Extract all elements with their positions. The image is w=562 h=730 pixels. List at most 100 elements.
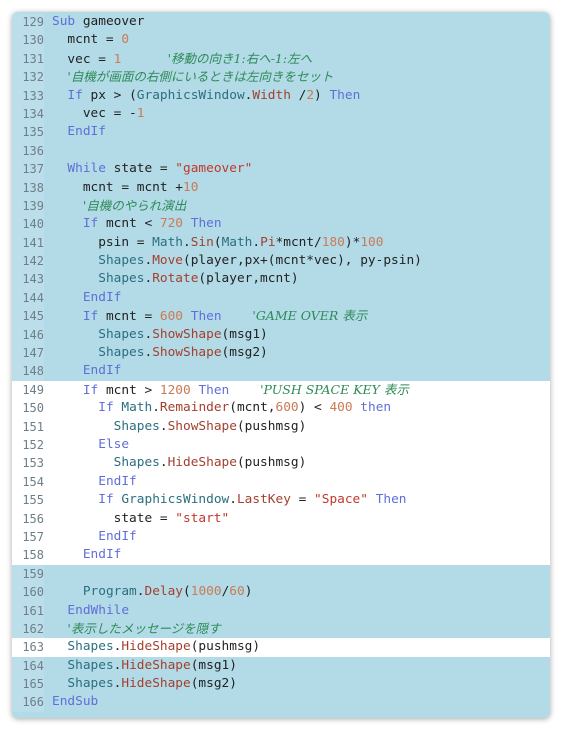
keyword-token: Then	[190, 216, 222, 232]
line-number: 158	[12, 546, 44, 565]
code-line-highlighted[interactable]: 151 Shapes.ShowShape(pushmsg)	[12, 417, 550, 436]
class-token: Program	[82, 584, 137, 600]
number-token: 100	[360, 234, 384, 250]
code-line-highlighted[interactable]: 153 Shapes.HideShape(pushmsg)	[12, 454, 550, 473]
line-number: 159	[12, 564, 44, 584]
line-number: 160	[12, 583, 44, 602]
code-line[interactable]: 159	[12, 564, 550, 584]
code-line[interactable]: 146 Shapes.ShowShape(msg1)	[12, 325, 550, 345]
code-line[interactable]: 160 Program.Delay(1000/60)	[12, 583, 550, 602]
code-content: psin = Math.Sin(Math.Pi*mcnt/180)*100	[52, 234, 383, 252]
code-line-highlighted[interactable]: 154 EndIf	[12, 472, 550, 492]
code-line[interactable]: 132 '自機が画面の右側にいるときは左向きをセット	[12, 68, 550, 87]
code-line-highlighted[interactable]: 149 If mcnt > 1200 Then 'PUSH SPACE KEY …	[12, 380, 550, 400]
number-token: 10	[182, 179, 199, 195]
code-line[interactable]: 131 vec = 1 '移動の向き1:右へ-1:左へ	[12, 49, 550, 69]
number-token: 720	[159, 216, 184, 232]
code-line[interactable]: 147 Shapes.ShowShape(msg2)	[12, 344, 550, 363]
class-token: Shapes	[67, 657, 114, 673]
code-text: (mcnt,	[229, 400, 276, 416]
code-editor[interactable]: 129 Sub gameover 130 mcnt = 0 131 vec = 1 '…	[12, 12, 550, 718]
member-token: HideShape	[121, 676, 191, 692]
member-token: Width	[252, 87, 291, 103]
code-line[interactable]: 133 If px > (GraphicsWindow.Width /2) Th…	[12, 86, 550, 105]
code-text: (msg1)	[190, 657, 237, 673]
code-line[interactable]: 129 Sub gameover	[12, 13, 550, 32]
keyword-token: If	[82, 382, 99, 398]
class-token: Math	[221, 234, 253, 250]
member-token: Remainder	[159, 400, 230, 416]
keyword-token: Then	[329, 87, 361, 103]
code-line[interactable]: 166 EndSub	[12, 693, 550, 712]
line-number: 145	[12, 307, 44, 326]
code-line-highlighted[interactable]: 155 If GraphicsWindow.LastKey = "Space" …	[12, 491, 550, 510]
code-line[interactable]: 134 vec = -1	[12, 104, 550, 124]
member-token: Rotate	[152, 271, 199, 287]
number-token: 2	[306, 87, 315, 103]
code-line[interactable]: 148 EndIf	[12, 362, 550, 381]
keyword-token: EndIf	[82, 363, 122, 379]
code-line[interactable]: 145 If mcnt = 600 Then 'GAME OVER 表示	[12, 307, 550, 326]
code-line[interactable]: 136	[12, 141, 550, 161]
keyword-token: EndIf	[98, 528, 137, 544]
code-line[interactable]: 162 '表示したメッセージを隠す	[12, 619, 550, 639]
code-content: Shapes.HideShape(msg2)	[52, 675, 237, 693]
line-number: 166	[12, 693, 44, 712]
line-number: 134	[12, 104, 44, 124]
line-number: 149	[12, 380, 44, 400]
code-text: )	[314, 87, 330, 103]
code-line-highlighted[interactable]: 157 EndIf	[12, 527, 550, 547]
line-number: 154	[12, 472, 44, 492]
line-number: 162	[12, 619, 44, 639]
code-line[interactable]: 142 Shapes.Move(player,px+(mcnt*vec), py…	[12, 252, 550, 271]
code-line-highlighted[interactable]: 163 Shapes.HideShape(pushmsg)	[12, 638, 550, 657]
code-content: vec = 1 '移動の向き1:右へ-1:左へ	[52, 50, 312, 69]
code-text: mcnt <	[98, 216, 160, 232]
code-line-highlighted[interactable]: 156 state = "start"	[12, 509, 550, 528]
code-text: .	[159, 455, 168, 471]
code-line-highlighted[interactable]: 158 EndIf	[12, 546, 550, 565]
code-content: Shapes.ShowShape(pushmsg)	[52, 418, 307, 436]
code-line[interactable]: 138 mcnt = mcnt +10	[12, 178, 550, 197]
code-content: If mcnt > 1200 Then 'PUSH SPACE KEY 表示	[52, 381, 409, 400]
code-content: EndIf	[52, 123, 106, 141]
code-line[interactable]: 143 Shapes.Rotate(player,mcnt)	[12, 270, 550, 289]
code-content: '自機が画面の右側にいるときは左向きをセット	[52, 68, 333, 87]
line-number: 163	[12, 638, 44, 657]
line-number: 141	[12, 233, 44, 253]
keyword-token: then	[360, 400, 392, 416]
line-number: 161	[12, 601, 44, 620]
code-line[interactable]: 161 EndWhile	[12, 601, 550, 620]
code-text: .	[252, 234, 261, 250]
code-line-highlighted[interactable]: 152 Else	[12, 435, 550, 455]
code-line[interactable]: 165 Shapes.HideShape(msg2)	[12, 675, 550, 694]
code-line[interactable]: 144 EndIf	[12, 288, 550, 308]
code-line-highlighted[interactable]: 150 If Math.Remainder(mcnt,600) < 400 th…	[12, 399, 550, 418]
code-line[interactable]: 164 Shapes.HideShape(msg1)	[12, 656, 550, 676]
comment-token: 'PUSH SPACE KEY 表示	[260, 381, 409, 397]
code-content: If px > (GraphicsWindow.Width /2) Then	[52, 87, 360, 105]
code-line[interactable]: 141 psin = Math.Sin(Math.Pi*mcnt/180)*10…	[12, 233, 550, 253]
member-token: ShowShape	[167, 418, 237, 434]
code-content: Shapes.HideShape(pushmsg)	[52, 638, 260, 656]
code-line[interactable]: 139 '自機のやられ演出	[12, 196, 550, 216]
keyword-token: While	[67, 161, 106, 177]
code-line[interactable]: 130 mcnt = 0	[12, 31, 550, 50]
keyword-token: Else	[98, 436, 130, 452]
comment-token: '自機が画面の右側にいるときは左向きをセット	[67, 69, 334, 85]
line-number: 151	[12, 417, 44, 436]
code-line[interactable]: 137 While state = "gameover"	[12, 160, 550, 179]
code-line[interactable]: 140 If mcnt < 720 Then	[12, 215, 550, 234]
keyword-token: EndIf	[82, 547, 122, 563]
code-line[interactable]: 135 EndIf	[12, 123, 550, 142]
code-content: EndIf	[52, 528, 137, 546]
